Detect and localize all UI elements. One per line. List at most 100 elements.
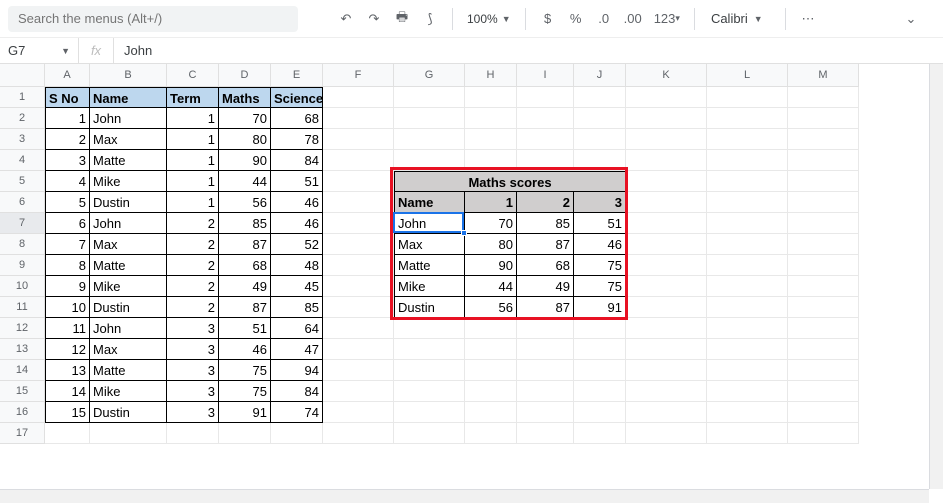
cell-bg[interactable] bbox=[626, 423, 707, 444]
cell-bg[interactable] bbox=[707, 171, 788, 192]
pivot-cell-3[interactable]: 46 bbox=[574, 234, 626, 255]
paint-format-icon[interactable]: ⟆ bbox=[418, 5, 442, 33]
pivot-title[interactable]: Maths scores bbox=[394, 171, 626, 192]
main-cell-sno[interactable]: 4 bbox=[45, 171, 90, 192]
main-cell-term[interactable]: 2 bbox=[167, 213, 219, 234]
pivot-cell-1[interactable]: 90 bbox=[465, 255, 517, 276]
main-cell-science[interactable]: 68 bbox=[271, 108, 323, 129]
cell-bg[interactable] bbox=[465, 402, 517, 423]
main-cell-sno[interactable]: 8 bbox=[45, 255, 90, 276]
column-header-D[interactable]: D bbox=[219, 64, 271, 87]
main-cell-name[interactable]: Matte bbox=[90, 150, 167, 171]
main-header-term[interactable]: Term bbox=[167, 87, 219, 108]
main-cell-term[interactable]: 1 bbox=[167, 150, 219, 171]
column-header-K[interactable]: K bbox=[626, 64, 707, 87]
cell-bg[interactable] bbox=[465, 150, 517, 171]
cell-bg[interactable] bbox=[517, 150, 574, 171]
main-cell-science[interactable]: 64 bbox=[271, 318, 323, 339]
cell-bg[interactable] bbox=[626, 255, 707, 276]
column-header-J[interactable]: J bbox=[574, 64, 626, 87]
main-cell-term[interactable]: 2 bbox=[167, 297, 219, 318]
main-cell-science[interactable]: 47 bbox=[271, 339, 323, 360]
cell-bg[interactable] bbox=[707, 339, 788, 360]
cell-bg[interactable] bbox=[626, 276, 707, 297]
row-header-8[interactable]: 8 bbox=[0, 234, 45, 255]
row-header-17[interactable]: 17 bbox=[0, 423, 45, 444]
main-cell-maths[interactable]: 85 bbox=[219, 213, 271, 234]
main-cell-science[interactable]: 84 bbox=[271, 381, 323, 402]
column-header-H[interactable]: H bbox=[465, 64, 517, 87]
cell-bg[interactable] bbox=[788, 129, 859, 150]
cell-bg[interactable] bbox=[517, 360, 574, 381]
cell-bg[interactable] bbox=[323, 339, 394, 360]
main-cell-sno[interactable]: 6 bbox=[45, 213, 90, 234]
main-cell-term[interactable]: 1 bbox=[167, 108, 219, 129]
main-cell-maths[interactable]: 75 bbox=[219, 381, 271, 402]
pivot-cell-name[interactable]: Dustin bbox=[394, 297, 465, 318]
cell-bg[interactable] bbox=[465, 318, 517, 339]
cell-bg[interactable] bbox=[574, 360, 626, 381]
main-cell-maths[interactable]: 90 bbox=[219, 150, 271, 171]
main-cell-maths[interactable]: 56 bbox=[219, 192, 271, 213]
cell-bg[interactable] bbox=[574, 423, 626, 444]
cell-bg[interactable] bbox=[788, 255, 859, 276]
column-header-E[interactable]: E bbox=[271, 64, 323, 87]
cell-bg[interactable] bbox=[626, 108, 707, 129]
cell-bg[interactable] bbox=[788, 213, 859, 234]
cell-bg[interactable] bbox=[323, 297, 394, 318]
cell-bg[interactable] bbox=[323, 108, 394, 129]
cell-bg[interactable] bbox=[465, 108, 517, 129]
pivot-header-3[interactable]: 3 bbox=[574, 192, 626, 213]
cell-bg[interactable] bbox=[788, 402, 859, 423]
cell-bg[interactable] bbox=[323, 171, 394, 192]
cell-bg[interactable] bbox=[517, 339, 574, 360]
cell-bg[interactable] bbox=[323, 423, 394, 444]
row-header-3[interactable]: 3 bbox=[0, 129, 45, 150]
cell-bg[interactable] bbox=[788, 192, 859, 213]
cell-bg[interactable] bbox=[574, 87, 626, 108]
main-cell-maths[interactable]: 70 bbox=[219, 108, 271, 129]
main-cell-science[interactable]: 85 bbox=[271, 297, 323, 318]
cell-bg[interactable] bbox=[707, 108, 788, 129]
font-family-selector[interactable]: Calibri ▼ bbox=[705, 11, 775, 26]
column-header-C[interactable]: C bbox=[167, 64, 219, 87]
column-header-I[interactable]: I bbox=[517, 64, 574, 87]
cell-bg[interactable] bbox=[788, 150, 859, 171]
column-headers[interactable]: ABCDEFGHIJKLM bbox=[45, 64, 859, 87]
more-toolbar-icon[interactable]: ⋯ bbox=[796, 5, 820, 33]
column-header-B[interactable]: B bbox=[90, 64, 167, 87]
main-cell-name[interactable]: Max bbox=[90, 234, 167, 255]
cell-bg[interactable] bbox=[465, 381, 517, 402]
cell-bg[interactable] bbox=[707, 129, 788, 150]
main-cell-term[interactable]: 1 bbox=[167, 192, 219, 213]
row-headers[interactable]: 1234567891011121314151617 bbox=[0, 87, 45, 444]
row-header-7[interactable]: 7 bbox=[0, 213, 45, 234]
cell-bg[interactable] bbox=[394, 402, 465, 423]
row-header-13[interactable]: 13 bbox=[0, 339, 45, 360]
main-cell-science[interactable]: 78 bbox=[271, 129, 323, 150]
row-header-2[interactable]: 2 bbox=[0, 108, 45, 129]
column-header-G[interactable]: G bbox=[394, 64, 465, 87]
column-header-A[interactable]: A bbox=[45, 64, 90, 87]
cell-bg[interactable] bbox=[323, 150, 394, 171]
main-cell-maths[interactable]: 44 bbox=[219, 171, 271, 192]
main-cell-term[interactable]: 3 bbox=[167, 318, 219, 339]
cell-bg[interactable] bbox=[788, 276, 859, 297]
cell-bg[interactable] bbox=[707, 381, 788, 402]
main-cell-sno[interactable]: 9 bbox=[45, 276, 90, 297]
pivot-cell-2[interactable]: 87 bbox=[517, 297, 574, 318]
main-cell-science[interactable]: 46 bbox=[271, 192, 323, 213]
main-cell-term[interactable]: 2 bbox=[167, 255, 219, 276]
row-header-12[interactable]: 12 bbox=[0, 318, 45, 339]
cell-bg[interactable] bbox=[465, 423, 517, 444]
cell-bg[interactable] bbox=[323, 234, 394, 255]
main-header-maths[interactable]: Maths bbox=[219, 87, 271, 108]
main-cell-term[interactable]: 3 bbox=[167, 402, 219, 423]
cell-bg[interactable] bbox=[45, 423, 90, 444]
main-cell-name[interactable]: Mike bbox=[90, 276, 167, 297]
pivot-cell-3[interactable]: 75 bbox=[574, 255, 626, 276]
pivot-cell-1[interactable]: 44 bbox=[465, 276, 517, 297]
cell-bg[interactable] bbox=[626, 87, 707, 108]
cell-bg[interactable] bbox=[626, 402, 707, 423]
main-cell-sno[interactable]: 3 bbox=[45, 150, 90, 171]
